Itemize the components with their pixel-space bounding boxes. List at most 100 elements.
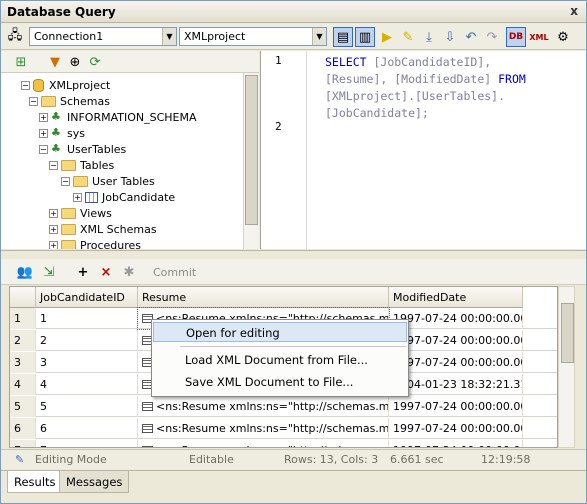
pane-splitter[interactable] (1, 250, 586, 258)
cell-modifieddate[interactable]: 2004-01-23 18:32:21.313 (389, 374, 523, 395)
cell-jobcandidateid[interactable]: 1 (36, 308, 138, 329)
chevron-down-icon[interactable]: ▼ (312, 28, 326, 45)
db-options-icon[interactable]: DB (506, 27, 526, 47)
row-number[interactable]: 5 (10, 396, 36, 417)
layout-results-icon[interactable]: ▥ (355, 27, 375, 47)
cell-text: 2004-01-23 18:32:21.313 (393, 378, 523, 391)
connection-select[interactable]: Connection1 ▼ (29, 27, 177, 46)
cell-jobcandidateid[interactable]: 6 (36, 418, 138, 439)
cell-modifieddate[interactable]: 1997-07-24 00:00:00.000 (389, 308, 523, 329)
layout-browser-icon[interactable]: ▤ (333, 27, 353, 47)
filter-icon[interactable]: ▼ (45, 52, 65, 72)
expand-icon[interactable]: + (49, 240, 58, 249)
grid-scrollbar[interactable] (558, 286, 575, 448)
tree-item-information-schema[interactable]: + ♣ INFORMATION_SCHEMA (39, 109, 197, 125)
tab-messages[interactable]: Messages (59, 471, 130, 493)
connection-icon[interactable]: 🖧 (5, 27, 25, 47)
browser-toolbar: ⊞ ▼ ⊕ ⟳ (1, 51, 259, 73)
import-icon[interactable]: ⇩ (440, 27, 460, 47)
cell-modifieddate[interactable]: 1997-07-24 00:00:00.000 (389, 352, 523, 373)
collapse-icon[interactable]: − (29, 96, 38, 106)
expand-icon[interactable]: + (49, 224, 58, 234)
grid-scroll-thumb[interactable] (561, 303, 574, 363)
cell-resume[interactable]: <ns:Resume xmlns:ns="http://schemas.micr… (138, 418, 389, 439)
tree-item-xmlproject[interactable]: − XMLproject (21, 77, 110, 93)
tree-item-jobcandidate[interactable]: + JobCandidate (73, 189, 175, 205)
column-header-modifieddate[interactable]: ModifiedDate (389, 287, 523, 308)
find-icon[interactable]: 👥 (15, 262, 35, 282)
insert-icon[interactable]: ⤓ (419, 27, 439, 47)
sql-editor[interactable]: 1 2 SELECT [JobCandidateID], [Resume], [… (260, 51, 586, 249)
column-header-resume[interactable]: Resume (138, 287, 389, 308)
cell-text: 5 (14, 400, 21, 413)
sql-code[interactable]: SELECT [JobCandidateID], [Resume], [Modi… (325, 54, 575, 122)
redo-icon[interactable]: ↷ (482, 27, 502, 47)
chevron-down-icon[interactable]: ▼ (162, 28, 176, 45)
line-number: 2 (275, 120, 282, 133)
folder-icon (61, 207, 76, 219)
menu-item-save-xml[interactable]: Save XML Document to File... (153, 372, 407, 392)
tree-item-user-tables[interactable]: − User Tables (61, 173, 155, 189)
cell-jobcandidateid[interactable]: 7 (36, 440, 138, 447)
menu-item-load-xml[interactable]: Load XML Document from File... (153, 350, 407, 370)
folder-icon (73, 175, 88, 187)
table-row[interactable]: 7 7 <ns:Resume xmlns:ns="http://schemas.mi… (10, 440, 557, 447)
tree-item-tables[interactable]: − Tables (49, 157, 114, 173)
expand-icon[interactable]: + (73, 192, 82, 202)
refresh-icon[interactable]: ⟳ (85, 52, 105, 72)
collapse-icon[interactable]: − (61, 176, 70, 186)
menu-separator (180, 346, 406, 347)
cell-text: 2 (40, 334, 47, 347)
add-item-icon[interactable]: ⊞ (11, 52, 31, 72)
datasource-select[interactable]: XMLproject ▼ (179, 27, 327, 46)
settings-icon[interactable]: ⚙ (553, 27, 573, 47)
close-icon[interactable]: x (570, 4, 578, 18)
expand-icon[interactable]: + (49, 208, 58, 218)
cell-modifieddate[interactable]: 1997-07-24 00:00:00.000 (389, 330, 523, 351)
undo-icon[interactable]: ↶ (461, 27, 481, 47)
rollback-icon[interactable]: ✱ (119, 262, 139, 282)
row-number[interactable]: 4 (10, 374, 36, 395)
cell-jobcandidateid[interactable]: 4 (36, 374, 138, 395)
column-header-jobcandidateid[interactable]: JobCandidateID (36, 287, 138, 308)
row-number[interactable]: 6 (10, 418, 36, 439)
tree-item-xml-schemas[interactable]: + XML Schemas (49, 221, 157, 237)
collapse-icon[interactable]: − (49, 160, 58, 170)
collapse-icon[interactable]: − (39, 144, 48, 154)
tree-item-procedures[interactable]: + Procedures (49, 237, 141, 249)
expand-icon[interactable]: + (39, 128, 48, 138)
cell-jobcandidateid[interactable]: 3 (36, 352, 138, 373)
table-row[interactable]: 6 6 <ns:Resume xmlns:ns="http://schemas.mi… (10, 418, 557, 439)
execute-for-editing-icon[interactable]: ✎ (398, 27, 418, 47)
tree-item-usertables[interactable]: − ♣ UserTables (39, 141, 126, 157)
cell-resume[interactable]: <ns:Resume xmlns:ns="http://schemas.micr… (138, 396, 389, 417)
add-row-icon[interactable]: + (73, 262, 93, 282)
cell-jobcandidateid[interactable]: 5 (36, 396, 138, 417)
commit-button[interactable]: Commit (153, 266, 196, 279)
cell-modifieddate[interactable]: 1997-07-24 00:00:00.000 (389, 396, 523, 417)
tab-results[interactable]: Results (7, 471, 63, 493)
cell-jobcandidateid[interactable]: 2 (36, 330, 138, 351)
export-icon[interactable]: ⇲ (39, 262, 59, 282)
row-number[interactable]: 7 (10, 440, 36, 447)
expand-icon[interactable]: + (39, 112, 48, 122)
tree-scroll-thumb[interactable] (245, 75, 258, 225)
execute-icon[interactable]: ▶ (377, 27, 397, 47)
tree-item-sys[interactable]: + ♣ sys (39, 125, 85, 141)
cell-text: 1997-07-24 00:00:00.000 (393, 400, 523, 413)
tree-scrollbar[interactable] (243, 73, 259, 249)
row-number[interactable]: 3 (10, 352, 36, 373)
tree-item-schemas[interactable]: − Schemas (29, 93, 110, 109)
row-number[interactable]: 2 (10, 330, 36, 351)
collapse-icon[interactable]: − (21, 80, 30, 90)
table-row[interactable]: 5 5 <ns:Resume xmlns:ns="http://schemas.mi… (10, 396, 557, 417)
locate-icon[interactable]: ⊕ (65, 52, 85, 72)
tree-item-views[interactable]: + Views (49, 205, 112, 221)
cell-resume[interactable]: <ns:Resume xmlns:ns="http://schemas.micr… (138, 440, 389, 447)
delete-row-icon[interactable]: × (96, 262, 116, 282)
cell-modifieddate[interactable]: 1997-07-24 00:00:00.000 (389, 440, 523, 447)
row-number[interactable]: 1 (10, 308, 36, 329)
menu-item-open-for-editing[interactable]: Open for editing (153, 322, 407, 342)
xml-options-icon[interactable]: XML (529, 27, 549, 47)
cell-modifieddate[interactable]: 1997-07-24 00:00:00.000 (389, 418, 523, 439)
